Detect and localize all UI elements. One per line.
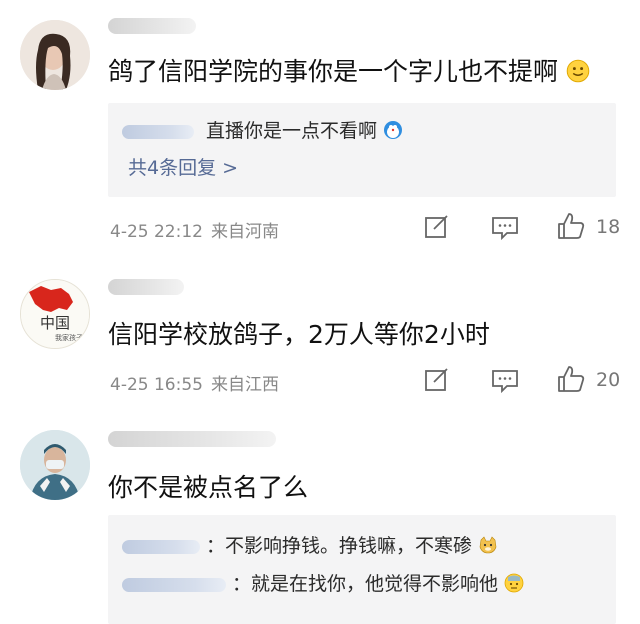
reply-box: ：不影响挣钱。挣钱嘛，不寒碜 ：就是在找你，他觉得不影响他: [108, 515, 616, 624]
comment-icon[interactable]: [490, 365, 520, 395]
avatar[interactable]: [20, 20, 90, 90]
comment-icon[interactable]: [490, 212, 520, 242]
like-icon[interactable]: [556, 211, 586, 241]
comment-location: 来自河南: [210, 222, 279, 242]
like-count: 20: [596, 369, 621, 391]
username-blurred[interactable]: [108, 431, 276, 447]
reply-item[interactable]: ：不影响挣钱。挣钱嘛，不寒碜: [122, 531, 498, 558]
avatar[interactable]: [20, 430, 90, 500]
comment-meta: 4-25 16:55 来自江西: [110, 370, 287, 395]
avatar-subtext: 我家孩子: [55, 333, 83, 342]
comment-2: 中国 我家孩子 信阳学校放鸽子，2万人等你2小时 4-25 16:55 来自江西 …: [0, 265, 640, 415]
comment-meta: 4-25 22:12 来自河南: [110, 217, 287, 242]
reply-item[interactable]: 直播你是一点不看啊: [122, 116, 403, 143]
more-replies-link[interactable]: 共4条回复 >: [128, 153, 238, 180]
doge-emoji-icon: [479, 536, 497, 554]
reply-box: 直播你是一点不看啊 共4条回复 >: [108, 103, 616, 197]
like-icon[interactable]: [556, 364, 586, 394]
avatar-text: 中国: [40, 314, 70, 332]
reply-username-blurred[interactable]: [122, 577, 226, 592]
username-blurred[interactable]: [108, 18, 196, 34]
username-blurred[interactable]: [108, 279, 184, 295]
comment-text: 鸽了信阳学院的事你是一个字儿也不提啊: [108, 52, 590, 88]
share-icon[interactable]: [422, 365, 452, 395]
reply-username-blurred[interactable]: [122, 124, 194, 139]
comment-time: 4-25 22:12: [110, 222, 203, 242]
comment-text: 你不是被点名了么: [108, 473, 309, 502]
reply-username-blurred[interactable]: [122, 539, 200, 554]
comment-location: 来自江西: [210, 375, 279, 395]
comment-time: 4-25 16:55: [110, 375, 203, 395]
sweat-emoji-icon: [504, 573, 524, 593]
doraemon-emoji-icon: [384, 121, 403, 139]
comment-text: 信阳学校放鸽子，2万人等你2小时: [108, 320, 490, 349]
smile-emoji-icon: [566, 59, 590, 83]
like-count: 18: [596, 216, 621, 238]
comment-1: 鸽了信阳学院的事你是一个字儿也不提啊 直播你是一点不看啊 共4条回复 > 4-2…: [0, 0, 640, 265]
share-icon[interactable]: [422, 212, 452, 242]
avatar[interactable]: 中国 我家孩子: [20, 279, 90, 349]
comment-3: 你不是被点名了么 ：不影响挣钱。挣钱嘛，不寒碜 ：就是在找你，他觉得不影响他: [0, 415, 640, 624]
reply-item[interactable]: ：就是在找你，他觉得不影响他: [122, 569, 524, 596]
